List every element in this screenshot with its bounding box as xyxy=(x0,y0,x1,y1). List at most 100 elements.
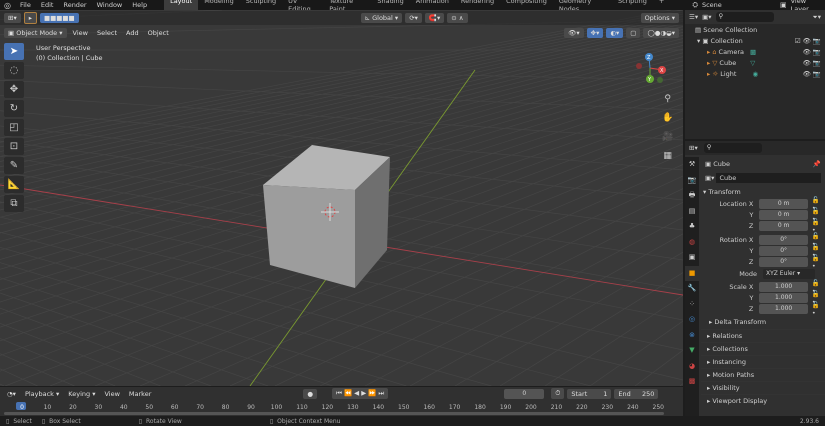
object-name-field[interactable]: Cube xyxy=(716,173,821,183)
options-dropdown[interactable]: Options ▾ xyxy=(640,13,679,23)
collection-tab-icon[interactable]: ▣ xyxy=(685,250,699,266)
scale-tool-icon[interactable]: ◰ xyxy=(4,119,24,136)
pin-icon[interactable]: 📌 xyxy=(813,160,825,168)
move-tool-icon[interactable]: ✥ xyxy=(4,81,24,98)
outliner-search-input[interactable]: ⚲ xyxy=(715,12,774,22)
tool-tab-icon[interactable]: ⚒ xyxy=(685,157,699,173)
camera-view-icon[interactable]: 🎥 xyxy=(662,128,673,147)
outliner-row-cube[interactable]: ▸ ▽ Cube ▽ 👁 📷 xyxy=(685,57,825,68)
menu-render[interactable]: Render xyxy=(58,1,91,9)
xray-toggle-icon[interactable]: ▢ xyxy=(626,28,641,38)
collection-label[interactable]: Collection xyxy=(711,37,743,45)
outliner-row-light[interactable]: ▸ ☼ Light ◉ 👁 📷 xyxy=(685,68,825,79)
visibility-panel[interactable]: ▸ Visibility xyxy=(701,381,825,394)
preview-range-icon[interactable]: ⏱ xyxy=(551,388,565,399)
timeline-view-menu[interactable]: View xyxy=(101,390,122,398)
menu-help[interactable]: Help xyxy=(127,1,152,9)
end-frame-field[interactable]: End 250 xyxy=(614,388,659,399)
delta-transform-subpanel[interactable]: ▸ Delta Transform xyxy=(701,314,825,329)
rotation-mode-dropdown[interactable]: XYZ Euler ▾ xyxy=(763,269,815,279)
gizmo-toggle-icon[interactable]: ✥▾ xyxy=(586,28,604,38)
marker-menu[interactable]: Marker xyxy=(126,390,154,398)
rotation-x-field[interactable]: 0° xyxy=(759,234,808,245)
timeline-editor-icon[interactable]: ◔▾ xyxy=(4,390,19,398)
physics-tab-icon[interactable]: ◎ xyxy=(685,312,699,328)
scene-name[interactable]: Scene xyxy=(698,1,756,9)
visibility-icons[interactable]: 👁 📷 xyxy=(803,70,825,78)
pivot-point-icon[interactable]: ⟳▾ xyxy=(405,13,422,23)
outliner-row-collection[interactable]: ▾ ▣ Collection ☑ 👁 📷 xyxy=(685,35,825,46)
object-browse-icon[interactable]: ▣▾ xyxy=(705,174,716,182)
scene-collection-label[interactable]: Scene Collection xyxy=(703,26,757,34)
timeline[interactable]: ◔▾ Playback ▾ Keying ▾ View Marker ● ⏮ ⏪… xyxy=(0,387,683,416)
playback-controls[interactable]: ⏮ ⏪ ◀ ▶ ⏩ ⏭ xyxy=(332,388,389,399)
rotate-tool-icon[interactable]: ↻ xyxy=(4,100,24,117)
outliner-row-camera[interactable]: ▸ ⌂ Camera ▩ 👁 📷 xyxy=(685,46,825,57)
timeline-scrollbar[interactable] xyxy=(4,412,664,415)
location-x-field[interactable]: 0 m xyxy=(759,198,808,209)
add-cube-tool-icon[interactable]: ⧉ xyxy=(4,195,24,212)
transform-panel-header[interactable]: ▾ Transform xyxy=(701,185,825,198)
start-frame-field[interactable]: Start 1 xyxy=(567,388,612,399)
instancing-panel[interactable]: ▸ Instancing xyxy=(701,355,825,368)
visibility-icons[interactable]: 👁 📷 xyxy=(803,48,825,56)
shading-modes-icon[interactable]: ◯●◑◒▾ xyxy=(643,28,679,38)
light-label[interactable]: Light xyxy=(720,70,736,78)
collections-panel[interactable]: ▸ Collections xyxy=(701,342,825,355)
object-tab-icon[interactable]: ■ xyxy=(685,265,699,281)
selection-mode-buttons[interactable]: ■■■■■ xyxy=(39,13,79,23)
menu-object[interactable]: Object xyxy=(145,29,172,37)
keying-menu[interactable]: Keying ▾ xyxy=(65,390,98,398)
world-tab-icon[interactable]: ◍ xyxy=(685,235,699,251)
lock-icon[interactable]: 🔓 • xyxy=(812,301,825,317)
visibility-icons[interactable]: 👁 📷 xyxy=(803,59,825,67)
pan-view-icon[interactable]: ✋ xyxy=(662,109,673,128)
scale-y-field[interactable]: 1.000 xyxy=(759,292,808,303)
viewport-display-panel[interactable]: ▸ Viewport Display xyxy=(701,394,825,406)
visibility-icon[interactable]: 👁▾ xyxy=(564,28,584,38)
material-tab-icon[interactable]: ◕ xyxy=(685,359,699,375)
current-frame-field[interactable]: 0 xyxy=(504,388,545,399)
scale-x-field[interactable]: 1.000 xyxy=(759,281,808,292)
scale-z-field[interactable]: 1.000 xyxy=(759,303,808,314)
menu-edit[interactable]: Edit xyxy=(36,1,59,9)
rotation-z-field[interactable]: 0° xyxy=(759,256,808,267)
constraints-tab-icon[interactable]: ⊗ xyxy=(685,328,699,344)
rotation-y-field[interactable]: 0° xyxy=(759,245,808,256)
overlay-toggle-icon[interactable]: ◐▾ xyxy=(606,28,624,38)
properties-search-input[interactable]: ⚲ xyxy=(703,143,762,153)
annotate-tool-icon[interactable]: ✎ xyxy=(4,157,24,174)
editor-type-button[interactable]: ⊞▾ xyxy=(4,13,21,23)
3d-viewport[interactable]: ⊞▾ ▸ ■■■■■ ⊾ Global ▾ ⟳▾ 🧲▾ ⊙ ∧ Options … xyxy=(0,10,683,386)
filter-view-icon[interactable]: ▣▾ xyxy=(702,13,711,21)
snap-icon[interactable]: 🧲▾ xyxy=(424,13,445,23)
proportional-edit-icon[interactable]: ⊙ ∧ xyxy=(447,13,468,23)
playback-menu[interactable]: Playback ▾ xyxy=(22,390,62,398)
view-layer-tab-icon[interactable]: ▤ xyxy=(685,204,699,220)
menu-add[interactable]: Add xyxy=(123,29,142,37)
menu-window[interactable]: Window xyxy=(92,1,128,9)
scene-tab-icon[interactable]: ♣ xyxy=(685,219,699,235)
blender-logo-icon[interactable]: ◎ xyxy=(0,1,15,10)
mode-dropdown[interactable]: ▣ Object Mode ▾ xyxy=(4,28,67,38)
visibility-icons[interactable]: ☑ 👁 📷 xyxy=(795,37,825,45)
transform-orientation-dropdown[interactable]: ⊾ Global ▾ xyxy=(360,13,403,23)
zoom-view-icon[interactable]: ⚲ xyxy=(662,90,673,109)
select-box-tool-icon[interactable]: ➤ xyxy=(4,43,24,60)
data-tab-icon[interactable]: ▼ xyxy=(685,343,699,359)
location-z-field[interactable]: 0 m xyxy=(759,220,808,231)
transform-tool-icon[interactable]: ⊡ xyxy=(4,138,24,155)
relations-panel[interactable]: ▸ Relations xyxy=(701,329,825,342)
motion-paths-panel[interactable]: ▸ Motion Paths xyxy=(701,368,825,381)
menu-select[interactable]: Select xyxy=(94,29,120,37)
camera-label[interactable]: Camera xyxy=(719,48,745,56)
cube-label[interactable]: Cube xyxy=(719,59,736,67)
filter-icon[interactable]: ⏷▾ xyxy=(813,13,821,22)
render-tab-icon[interactable]: 📷 xyxy=(685,173,699,189)
auto-keying-button[interactable]: ● xyxy=(303,388,318,399)
lock-icon[interactable]: 🔓 • xyxy=(812,254,825,270)
texture-tab-icon[interactable]: ▩ xyxy=(685,374,699,390)
modifier-tab-icon[interactable]: 🔧 xyxy=(685,281,699,297)
measure-tool-icon[interactable]: 📐 xyxy=(4,176,24,193)
perspective-toggle-icon[interactable]: ▦ xyxy=(662,147,673,166)
